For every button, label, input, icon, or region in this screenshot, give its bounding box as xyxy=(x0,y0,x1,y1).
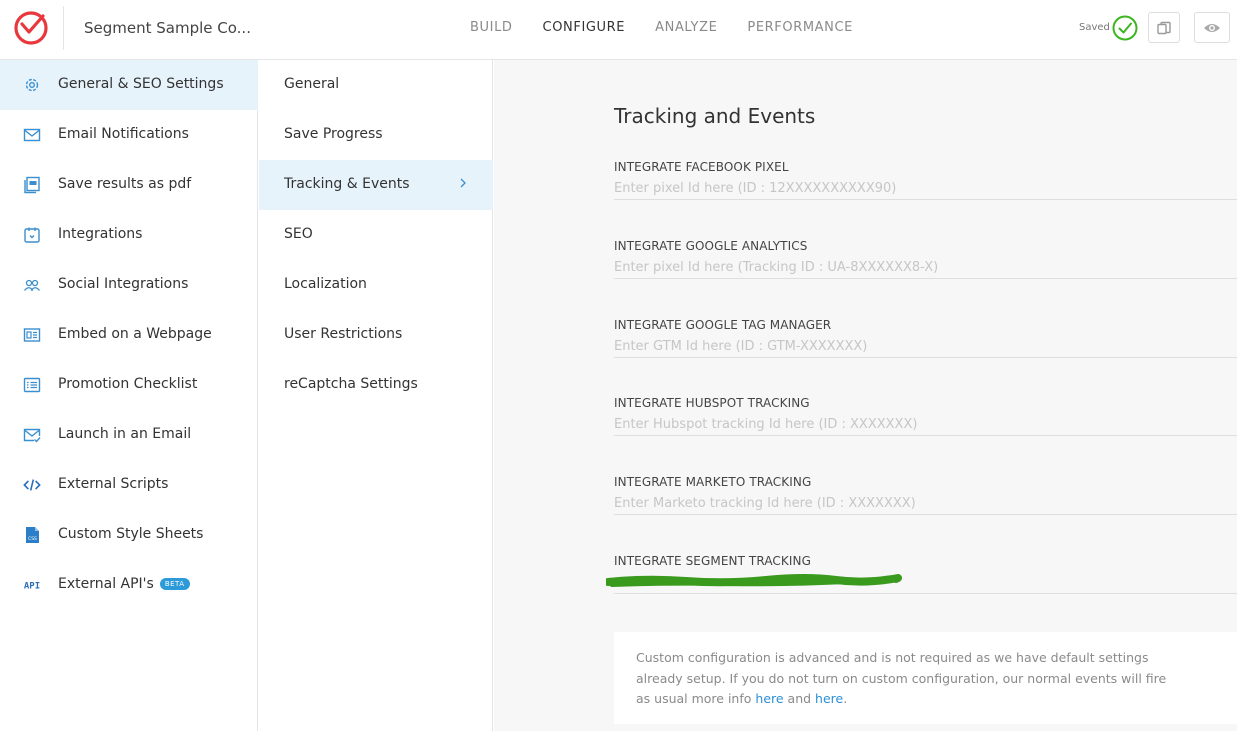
field-label: INTEGRATE GOOGLE TAG MANAGER xyxy=(614,318,832,332)
eye-icon xyxy=(1204,23,1220,32)
subnav-item-label: Tracking & Events xyxy=(284,176,410,192)
sidebar-item-email-notifications[interactable]: Email Notifications xyxy=(0,110,258,160)
marketo-input[interactable] xyxy=(614,492,1214,514)
google-analytics-field: INTEGRATE GOOGLE ANALYTICS xyxy=(614,239,1237,279)
svg-text:API: API xyxy=(24,582,40,592)
logo-divider xyxy=(63,6,64,50)
sidebar-item-embed-webpage[interactable]: Embed on a Webpage xyxy=(0,310,258,360)
gtm-input[interactable] xyxy=(614,335,1214,357)
field-label: INTEGRATE GOOGLE ANALYTICS xyxy=(614,239,808,253)
subnav-item-label: General xyxy=(284,76,340,92)
field-label: INTEGRATE SEGMENT TRACKING xyxy=(614,554,811,568)
sidebar-item-launch-email[interactable]: Launch in an Email xyxy=(0,410,258,460)
sidebar-item-label: Launch in an Email xyxy=(58,426,192,442)
tab-configure[interactable]: CONFIGURE xyxy=(543,20,626,35)
preview-button[interactable] xyxy=(1194,12,1230,43)
sidebar-item-label: Social Integrations xyxy=(58,276,189,292)
subnav-item-label: reCaptcha Settings xyxy=(284,376,418,392)
sidebar-item-label: Embed on a Webpage xyxy=(58,326,212,342)
css-file-icon: CSS xyxy=(23,526,41,544)
tab-analyze[interactable]: ANALYZE xyxy=(655,20,717,35)
google-tag-manager-field: INTEGRATE GOOGLE TAG MANAGER xyxy=(614,318,1237,358)
embed-icon xyxy=(23,326,41,344)
google-analytics-input[interactable] xyxy=(614,256,1214,278)
sidebar-item-label: External API's BETA xyxy=(58,576,190,592)
settings-sidebar: General & SEO Settings Email Notificatio… xyxy=(0,60,258,731)
marketo-tracking-field: INTEGRATE MARKETO TRACKING xyxy=(614,475,1237,515)
tab-build[interactable]: BUILD xyxy=(470,20,513,35)
envelope-icon xyxy=(23,126,41,144)
chevron-right-icon xyxy=(460,178,466,188)
saved-status: Saved xyxy=(1079,22,1110,33)
facebook-pixel-input[interactable] xyxy=(614,177,1214,199)
note-text-mid: and xyxy=(783,691,816,706)
subnav-item-recaptcha-settings[interactable]: reCaptcha Settings xyxy=(259,360,493,410)
sidebar-item-external-scripts[interactable]: External Scripts xyxy=(0,460,258,510)
field-label: INTEGRATE HUBSPOT TRACKING xyxy=(614,396,810,410)
sidebar-item-promotion-checklist[interactable]: Promotion Checklist xyxy=(0,360,258,410)
subnav-item-save-progress[interactable]: Save Progress xyxy=(259,110,493,160)
svg-text:CSS: CSS xyxy=(28,536,37,542)
note-text-before: Custom configuration is advanced and is … xyxy=(636,650,1167,706)
copy-icon xyxy=(1157,21,1171,34)
subnav-item-tracking-events[interactable]: Tracking & Events xyxy=(259,160,493,210)
segment-tracking-field: INTEGRATE SEGMENT TRACKING xyxy=(606,554,1237,594)
custom-config-note: Custom configuration is advanced and is … xyxy=(614,632,1237,724)
note-text-after: . xyxy=(843,691,848,706)
page-title: Tracking and Events xyxy=(614,104,816,128)
duplicate-button[interactable] xyxy=(1148,12,1180,43)
code-icon xyxy=(23,476,41,494)
subnav-item-user-restrictions[interactable]: User Restrictions xyxy=(259,310,493,360)
logo-icon[interactable] xyxy=(12,9,50,47)
main-nav: BUILD CONFIGURE ANALYZE PERFORMANCE xyxy=(470,20,883,35)
hubspot-tracking-field: INTEGRATE HUBSPOT TRACKING xyxy=(614,396,1237,436)
sidebar-item-integrations[interactable]: Integrations xyxy=(0,210,258,260)
gear-icon xyxy=(23,76,41,94)
email-check-icon xyxy=(23,426,41,444)
sidebar-item-custom-style-sheets[interactable]: CSS Custom Style Sheets xyxy=(0,510,258,560)
sidebar-item-label: Email Notifications xyxy=(58,126,189,142)
sidebar-item-label: General & SEO Settings xyxy=(58,76,224,92)
api-icon: API xyxy=(23,576,41,594)
here-link-1[interactable]: here xyxy=(755,691,783,706)
sidebar-item-label: Integrations xyxy=(58,226,143,242)
subnav-item-seo[interactable]: SEO xyxy=(259,210,493,260)
redaction-scribble xyxy=(606,574,902,587)
field-label: INTEGRATE MARKETO TRACKING xyxy=(614,475,812,489)
subnav-item-localization[interactable]: Localization xyxy=(259,260,493,310)
subnav-item-label: SEO xyxy=(284,226,313,242)
field-label: INTEGRATE FACEBOOK PIXEL xyxy=(614,160,789,174)
configure-subnav: General Save Progress Tracking & Events … xyxy=(259,60,493,731)
subnav-item-label: User Restrictions xyxy=(284,326,403,342)
beta-badge: BETA xyxy=(159,578,190,590)
integrations-icon xyxy=(23,226,41,244)
sidebar-item-social-integrations[interactable]: Social Integrations xyxy=(0,260,258,310)
hubspot-input[interactable] xyxy=(614,413,1214,435)
pdf-icon xyxy=(23,176,41,194)
facebook-pixel-field: INTEGRATE FACEBOOK PIXEL xyxy=(614,160,1237,200)
note-text: Custom configuration is advanced and is … xyxy=(636,648,1176,710)
project-title[interactable]: Segment Sample Co... xyxy=(84,19,251,37)
subnav-item-general[interactable]: General xyxy=(259,60,493,110)
tab-performance[interactable]: PERFORMANCE xyxy=(747,20,853,35)
sidebar-item-label: Save results as pdf xyxy=(58,176,192,192)
checklist-icon xyxy=(23,376,41,394)
sidebar-item-label-text: External API's xyxy=(58,576,154,592)
sidebar-item-external-apis[interactable]: API External API's BETA xyxy=(0,560,258,610)
sidebar-item-label: Custom Style Sheets xyxy=(58,526,204,542)
sidebar-item-save-pdf[interactable]: Save results as pdf xyxy=(0,160,258,210)
sidebar-item-label: Promotion Checklist xyxy=(58,376,198,392)
top-bar: Segment Sample Co... BUILD CONFIGURE ANA… xyxy=(0,0,1237,60)
check-circle-icon xyxy=(1112,15,1138,41)
sidebar-item-general-seo[interactable]: General & SEO Settings xyxy=(0,60,258,110)
subnav-item-label: Save Progress xyxy=(284,126,383,142)
here-link-2[interactable]: here xyxy=(815,691,843,706)
subnav-item-label: Localization xyxy=(284,276,367,292)
sidebar-item-label: External Scripts xyxy=(58,476,169,492)
main-content: Tracking and Events INTEGRATE FACEBOOK P… xyxy=(494,60,1237,731)
people-icon xyxy=(23,276,41,294)
